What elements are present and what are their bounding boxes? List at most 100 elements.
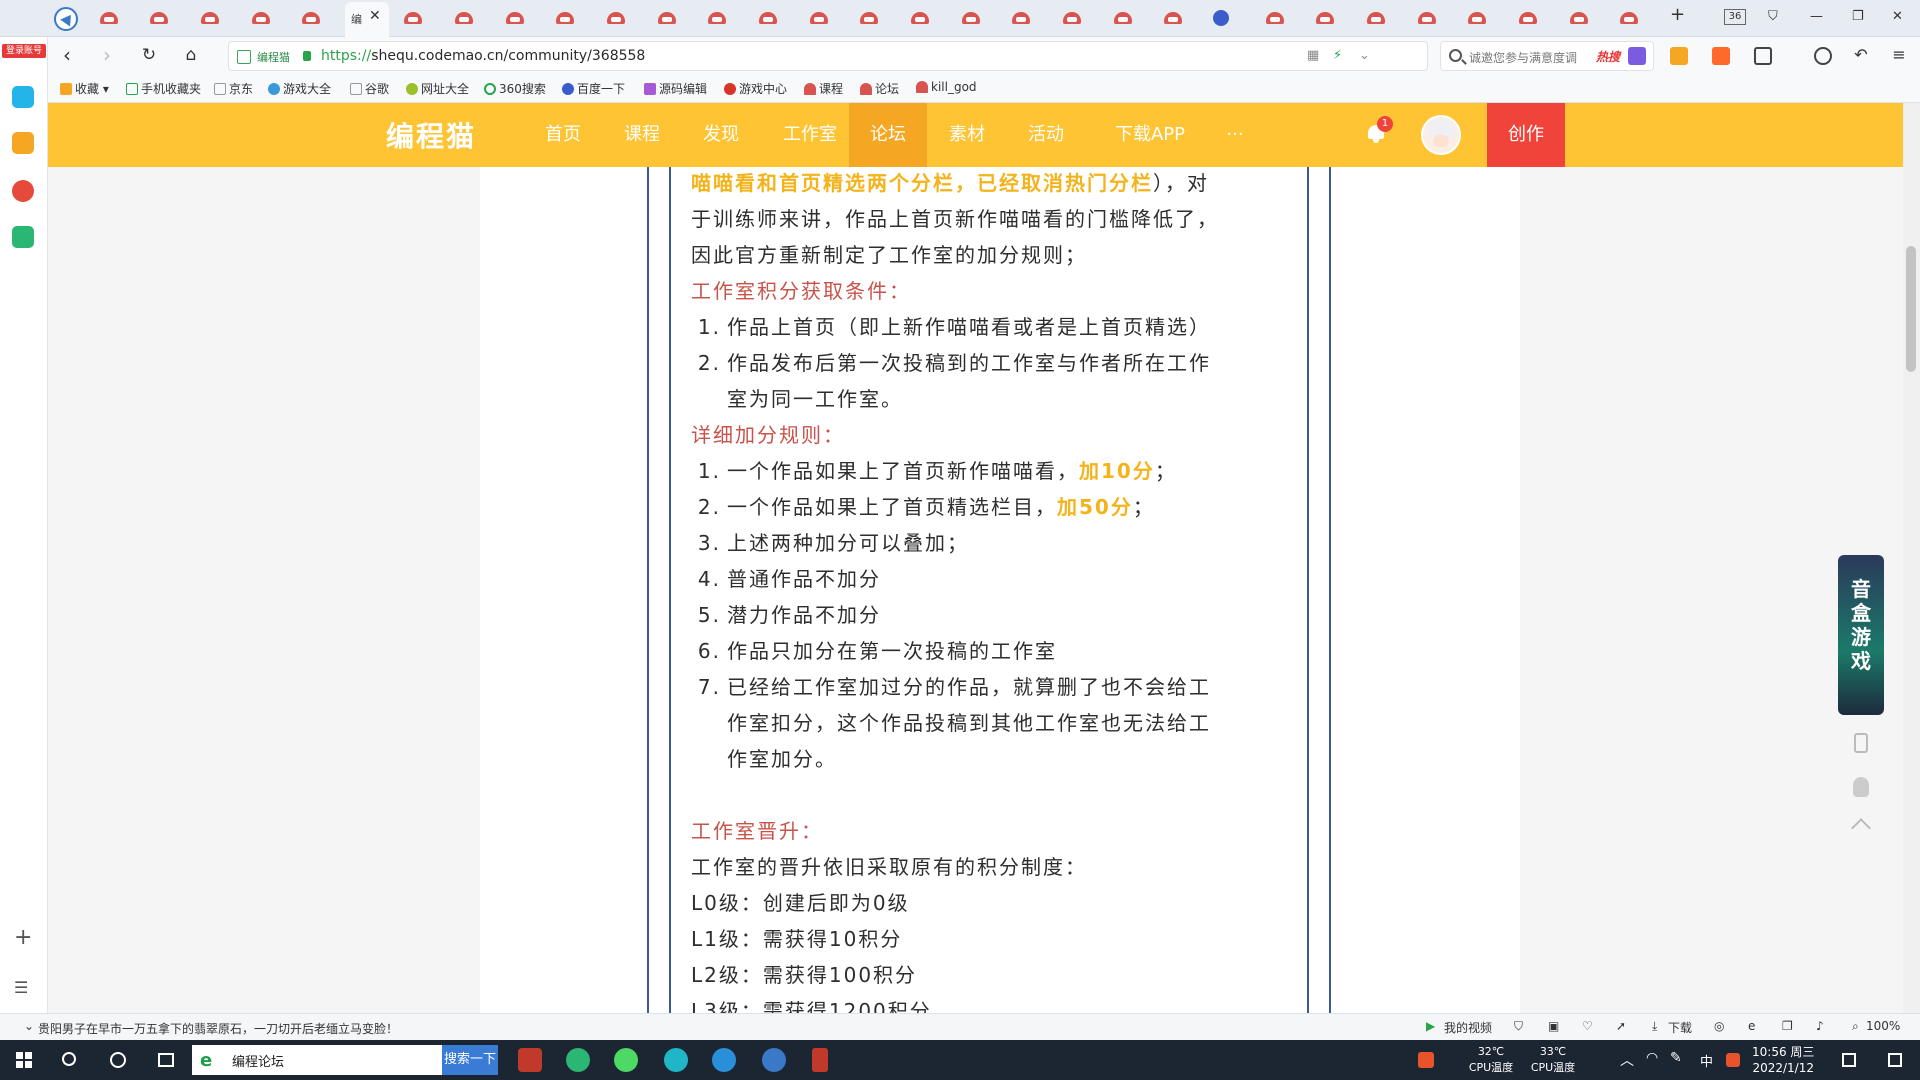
tab[interactable] — [704, 6, 730, 32]
nav-courses[interactable]: 课程 — [607, 103, 677, 167]
shield-icon[interactable]: ⛉ — [1514, 1019, 1523, 1034]
menu-icon[interactable]: ≡ — [1886, 43, 1912, 69]
tab[interactable] — [1160, 6, 1186, 32]
tab[interactable] — [146, 6, 172, 32]
task-view-icon[interactable] — [158, 1053, 174, 1067]
restore-icon[interactable]: ❐ — [1852, 9, 1864, 24]
forward-icon[interactable]: › — [94, 43, 120, 69]
rocket-icon[interactable]: ➚ — [1616, 1019, 1626, 1033]
bookmark-item[interactable]: 游戏中心 — [724, 80, 787, 97]
clock[interactable]: 10:56 周三 2022/1/12 — [1752, 1044, 1814, 1076]
download-icon[interactable]: ⤓ — [1652, 1019, 1657, 1034]
star-icon[interactable] — [12, 132, 34, 154]
grid-icon[interactable] — [1754, 47, 1772, 65]
url-text[interactable]: https://shequ.codemao.cn/community/36855… — [321, 48, 645, 64]
qr-icon[interactable]: ▦ — [1307, 48, 1319, 63]
compass-icon[interactable] — [54, 7, 78, 31]
nav-more[interactable]: ··· — [1210, 103, 1260, 167]
tab[interactable] — [755, 6, 781, 32]
qq-tool[interactable] — [1838, 767, 1884, 807]
app-codemao-icon[interactable] — [518, 1048, 542, 1072]
search-box[interactable]: 诚邀您参与满意度调 热搜 — [1440, 41, 1654, 71]
mobile-tool[interactable] — [1838, 723, 1884, 763]
nav-studio[interactable]: 工作室 — [768, 103, 852, 167]
sogou-icon[interactable] — [1418, 1052, 1434, 1068]
window-icon[interactable]: ❐ — [1782, 1019, 1793, 1033]
baidu-icon[interactable] — [1213, 10, 1229, 26]
tray-up-icon[interactable]: ︿ — [1620, 1050, 1634, 1070]
notification-center-icon[interactable] — [1842, 1053, 1856, 1067]
nav-download-app[interactable]: 下载APP — [1092, 103, 1208, 167]
windows-start-icon[interactable] — [16, 1052, 32, 1068]
tab[interactable] — [96, 6, 122, 32]
tab[interactable] — [451, 6, 477, 32]
bookmark-item[interactable]: 收藏 ▾ — [60, 80, 109, 97]
nav-events[interactable]: 活动 — [1011, 103, 1081, 167]
shield-ext-icon[interactable] — [1670, 47, 1688, 65]
minimize-icon[interactable]: — — [1810, 9, 1823, 24]
tab[interactable] — [1515, 6, 1541, 32]
nav-materials[interactable]: 素材 — [932, 103, 1002, 167]
tab[interactable] — [1262, 6, 1288, 32]
chevron-down-icon[interactable]: ⌄ — [1359, 48, 1370, 63]
site-logo[interactable]: 编程猫 — [386, 115, 476, 155]
app-360-icon[interactable] — [566, 1048, 590, 1072]
wechat-icon[interactable] — [614, 1048, 638, 1072]
tab[interactable] — [400, 6, 426, 32]
bookmark-item[interactable]: kill_god — [916, 80, 977, 94]
speed-icon[interactable]: ⚡ — [1333, 48, 1342, 63]
taskbar-search[interactable]: e 编程论坛 搜索一下 — [192, 1045, 498, 1075]
bookmark-item[interactable]: 360搜索 — [484, 80, 546, 97]
nav-home[interactable]: 首页 — [528, 103, 598, 167]
undo-icon[interactable]: ↶ — [1848, 43, 1874, 69]
game-icon[interactable]: ◎ — [1714, 1019, 1724, 1033]
heart-icon[interactable]: ♡ — [1582, 1019, 1593, 1033]
weibo-icon[interactable] — [12, 180, 34, 202]
volume-icon[interactable]: ♪ — [1816, 1019, 1824, 1033]
tab[interactable] — [1616, 6, 1642, 32]
mail-icon[interactable] — [12, 226, 34, 248]
bookmark-item[interactable]: 京东 — [214, 80, 253, 97]
cortana-icon[interactable] — [110, 1052, 126, 1068]
tab[interactable] — [1312, 6, 1338, 32]
game-ad-banner[interactable]: 音盒游戏 — [1838, 555, 1884, 715]
image-icon[interactable]: ▣ — [1548, 1019, 1559, 1033]
close-icon[interactable]: ✕ — [369, 8, 381, 24]
reload-icon[interactable]: ↻ — [136, 43, 162, 69]
hot-search-label[interactable]: 热搜 — [1596, 48, 1620, 65]
app-compass-icon[interactable] — [762, 1048, 786, 1072]
tab-count[interactable]: 36 — [1724, 9, 1746, 25]
video-icon[interactable]: ▶ — [1426, 1019, 1435, 1033]
url-field[interactable]: 编程猫 https://shequ.codemao.cn/community/3… — [228, 41, 1428, 71]
edge-icon[interactable] — [712, 1048, 736, 1072]
tab[interactable] — [197, 6, 223, 32]
tab[interactable] — [1363, 6, 1389, 32]
add-icon[interactable]: + — [14, 925, 32, 950]
pen-icon[interactable]: ✎ — [1670, 1050, 1682, 1066]
create-button[interactable]: 创作 — [1487, 103, 1565, 167]
tab[interactable] — [1110, 6, 1136, 32]
tab[interactable] — [1464, 6, 1490, 32]
ime-indicator[interactable]: 中 — [1700, 1051, 1713, 1070]
brightness-icon[interactable] — [1814, 47, 1832, 65]
scrollbar[interactable] — [1903, 103, 1920, 1013]
tab[interactable] — [298, 6, 324, 32]
menu-list-icon[interactable]: ☰ — [14, 978, 28, 997]
window-close-icon[interactable]: ✕ — [1892, 9, 1903, 24]
action-center-icon[interactable] — [1888, 1053, 1902, 1067]
nav-discover[interactable]: 发现 — [686, 103, 756, 167]
zoom-icon[interactable]: ⌕ — [1852, 1019, 1859, 1034]
sogou-ime-icon[interactable] — [1726, 1053, 1740, 1067]
tab[interactable] — [552, 6, 578, 32]
nav-forum[interactable]: 论坛 — [849, 103, 927, 167]
taskbar-search-button[interactable]: 搜索一下 — [442, 1045, 498, 1075]
app-browser-icon[interactable] — [664, 1048, 688, 1072]
tab[interactable] — [1566, 6, 1592, 32]
bookmark-item[interactable]: 游戏大全 — [268, 80, 331, 97]
bookmark-item[interactable]: 课程 — [804, 80, 843, 97]
skin-icon[interactable]: ⛉ — [1768, 9, 1778, 24]
tab[interactable] — [502, 6, 528, 32]
bookmark-item[interactable]: 谷歌 — [350, 80, 389, 97]
home-icon[interactable]: ⌂ — [178, 43, 204, 69]
bookmark-item[interactable]: 网址大全 — [406, 80, 469, 97]
